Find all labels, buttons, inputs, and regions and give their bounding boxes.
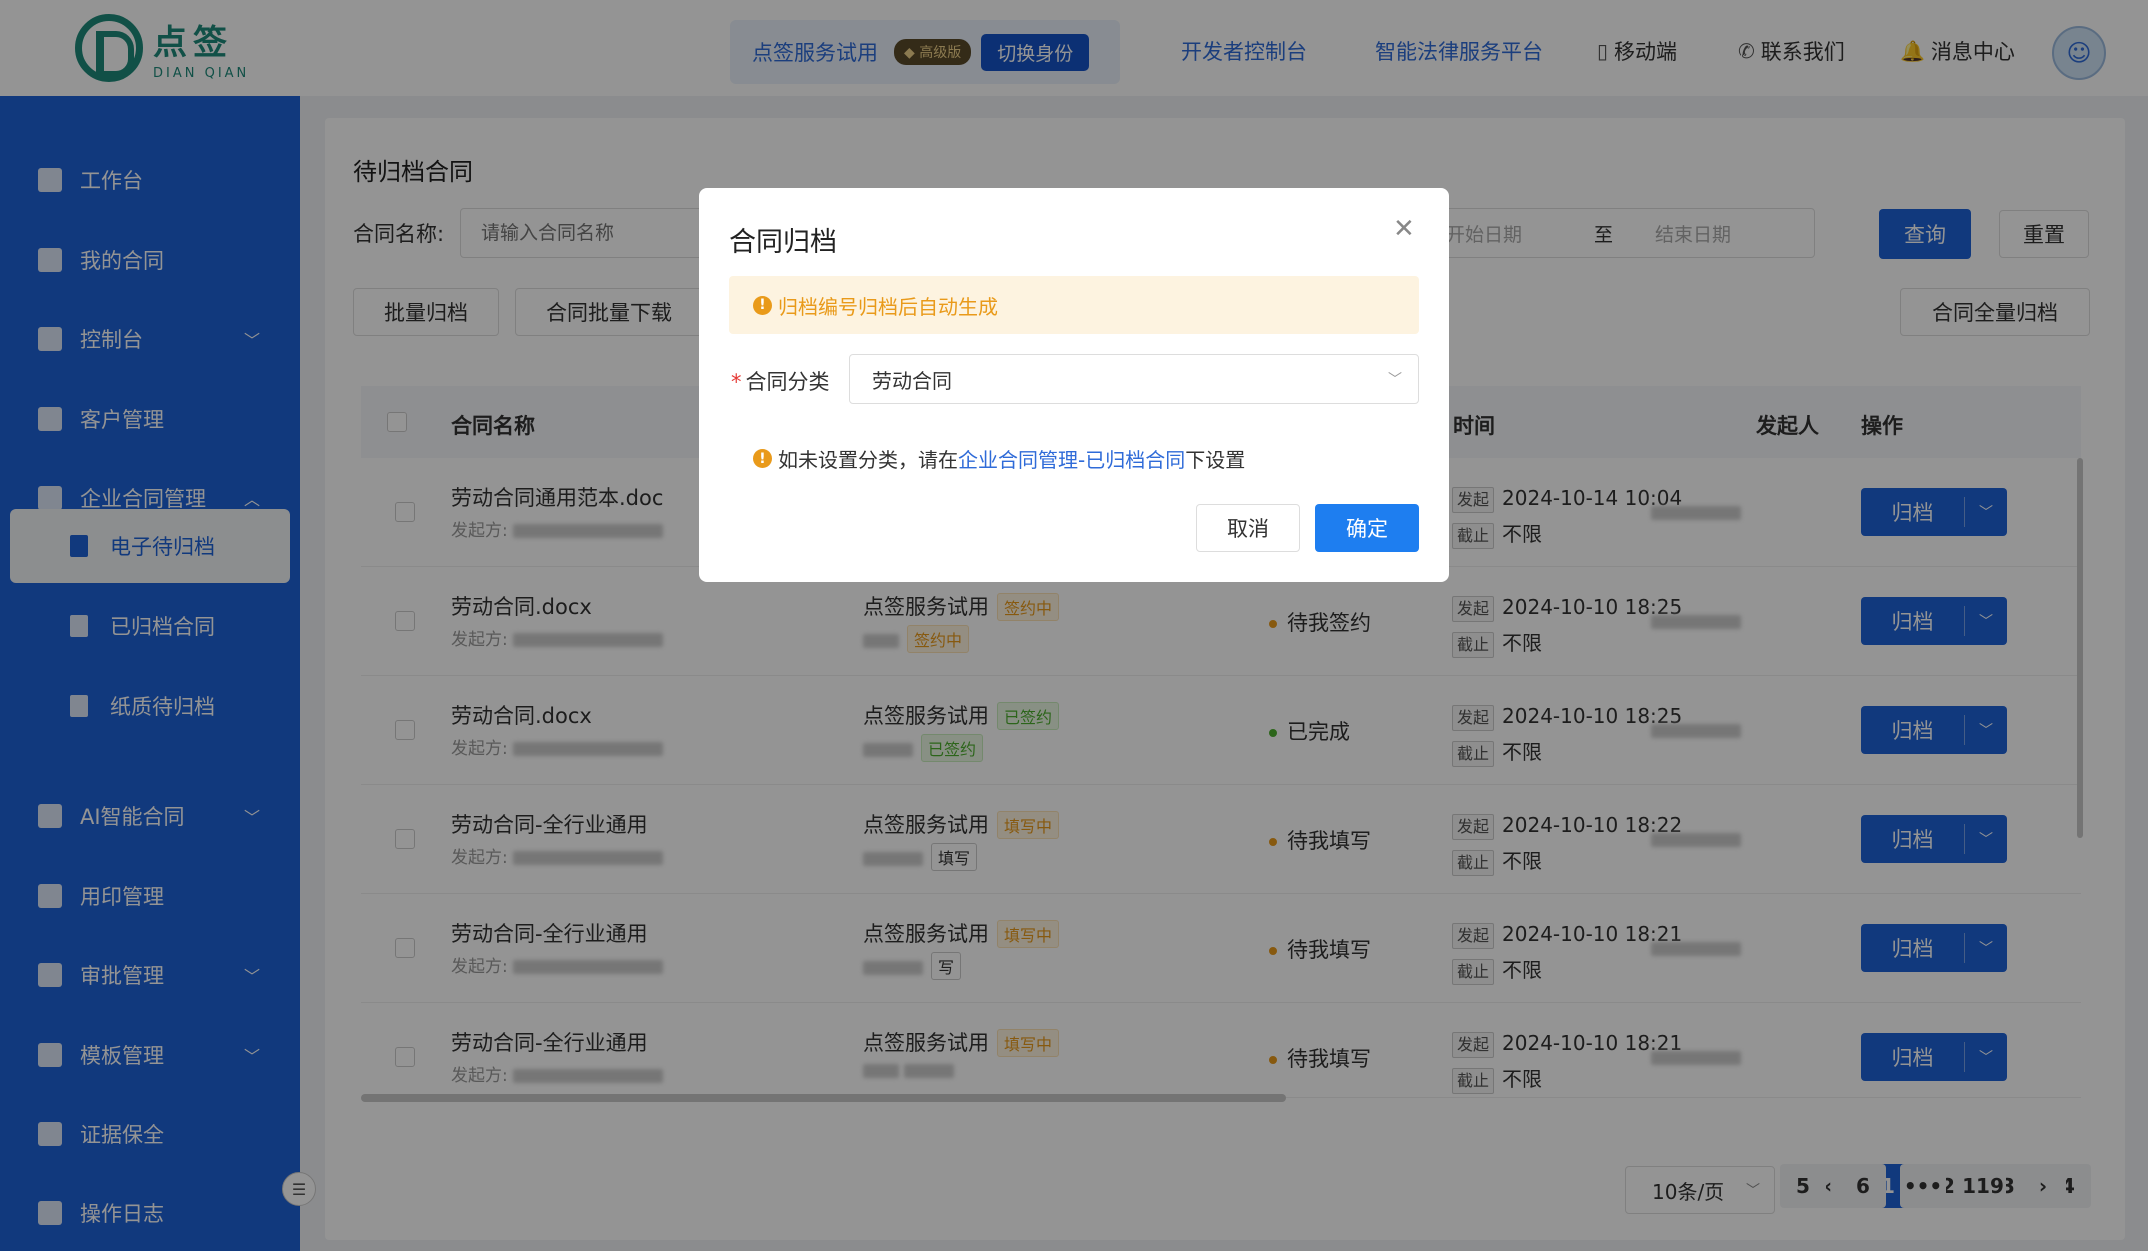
- confirm-button[interactable]: 确定: [1315, 504, 1419, 552]
- cancel-button[interactable]: 取消: [1196, 504, 1300, 552]
- category-tip: ! 如未设置分类，请在 企业合同管理-已归档合同 下设置: [753, 444, 1245, 473]
- category-label: * 合同分类: [731, 370, 830, 394]
- category-select[interactable]: 劳动合同 ﹀: [849, 354, 1419, 404]
- close-icon[interactable]: ✕: [1393, 214, 1415, 244]
- archive-dialog: 合同归档 ✕ ! 归档编号归档后自动生成 * 合同分类 劳动合同 ﹀ ! 如未设置…: [699, 188, 1449, 582]
- chevron-down-icon: ﹀: [1388, 372, 1402, 388]
- archived-contracts-link[interactable]: 企业合同管理-已归档合同: [958, 444, 1185, 473]
- warning-icon: !: [753, 449, 772, 468]
- dialog-title: 合同归档: [729, 227, 837, 258]
- warning-icon: !: [753, 295, 772, 315]
- info-alert: ! 归档编号归档后自动生成: [729, 276, 1419, 334]
